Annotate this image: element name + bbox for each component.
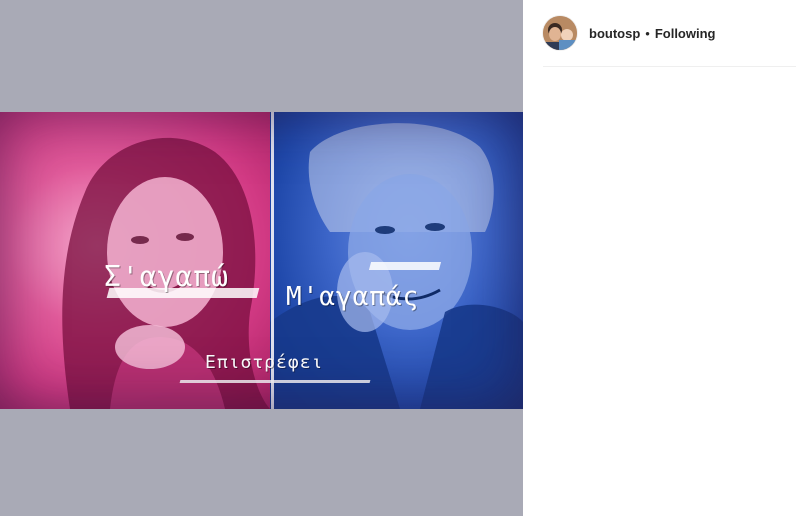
post-sidebar: boutosp • Following [523, 0, 800, 516]
caption-right: Μ'αγαπάς [286, 282, 420, 312]
brush-stroke [368, 262, 442, 270]
post-media-pane: Σ'αγαπώ Μ'αγαπάς Επιστρέφει [0, 0, 523, 516]
separator-dot: • [645, 25, 650, 41]
following-button[interactable]: Following [655, 26, 716, 41]
caption-bottom: Επιστρέφει [205, 352, 324, 373]
header-text: boutosp • Following [589, 26, 715, 41]
caption-left: Σ'αγαπώ [104, 260, 230, 293]
avatar[interactable] [543, 16, 577, 50]
brush-stroke [179, 380, 371, 383]
avatar-image [543, 16, 577, 50]
post-header: boutosp • Following [543, 0, 796, 67]
post-video[interactable]: Σ'αγαπώ Μ'αγαπάς Επιστρέφει [0, 112, 523, 409]
username-link[interactable]: boutosp [589, 26, 640, 41]
